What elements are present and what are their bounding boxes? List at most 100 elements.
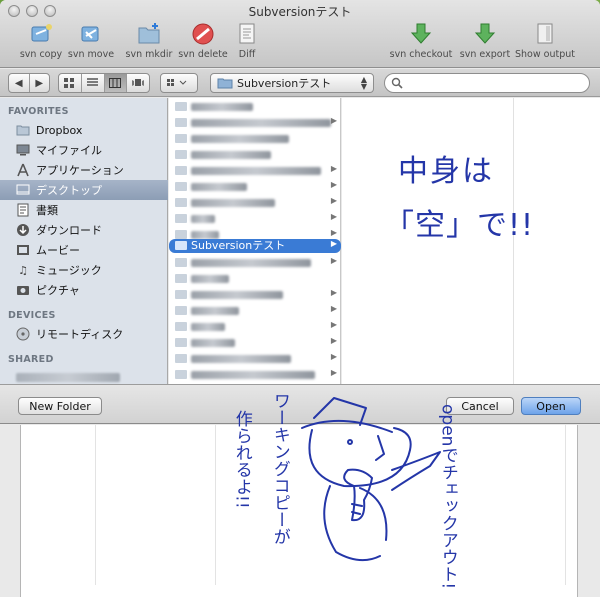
- back-button[interactable]: ◀: [9, 74, 30, 92]
- grid-icon: [64, 77, 75, 88]
- path-popup[interactable]: Subversionテスト ▲ ▼: [210, 73, 374, 93]
- sidebar-item-remote-disc[interactable]: リモートディスク: [0, 324, 168, 344]
- sidebar-item-music[interactable]: ♫ ミュージック: [0, 260, 168, 280]
- disc-icon: [16, 327, 30, 341]
- list-icon: [87, 78, 99, 86]
- folder-icon: [16, 123, 30, 137]
- sidebar-item-documents[interactable]: 書類: [0, 200, 168, 220]
- list-item[interactable]: ▶: [169, 196, 341, 210]
- list-item[interactable]: ▶: [169, 164, 341, 178]
- path-popup-label: Subversionテスト: [237, 77, 332, 90]
- back-forward-control: ◀ ▶: [8, 73, 50, 93]
- pictures-icon: [16, 283, 30, 297]
- list-item-selected[interactable]: Subversionテスト ▶: [169, 239, 341, 253]
- disclosure-arrow-icon: ▶: [330, 320, 337, 329]
- folder-column: ▶ ▶ ▶ ▶ ▶ ▶ Subversionテスト ▶ ▶ ▶ ▶ ▶ ▶ ▶ …: [169, 98, 341, 384]
- open-button[interactable]: Open: [521, 397, 581, 415]
- shared-item-blurred[interactable]: [16, 373, 120, 382]
- view-mode-control: [58, 73, 150, 93]
- forward-button[interactable]: ▶: [30, 74, 50, 92]
- favorites-header: FAVORITES: [8, 106, 69, 117]
- diff-button[interactable]: Diff: [214, 22, 280, 60]
- icon-view-button[interactable]: [59, 74, 82, 92]
- list-item[interactable]: ▶: [169, 116, 341, 130]
- sidebar: FAVORITES Dropbox マイファイル アプリケーション デスクトップ: [0, 98, 168, 384]
- list-item[interactable]: ▶: [169, 288, 341, 302]
- sidebar-item-downloads[interactable]: ダウンロード: [0, 220, 168, 240]
- disclosure-arrow-icon: ▶: [330, 256, 337, 265]
- svn-move-button[interactable]: svn move: [58, 22, 124, 60]
- downloads-icon: [16, 223, 30, 237]
- list-item[interactable]: [169, 100, 341, 114]
- new-folder-button[interactable]: New Folder: [18, 397, 102, 415]
- handwritten-note-created: 作られるよ!!: [231, 410, 252, 509]
- applications-icon: [16, 163, 30, 177]
- list-item[interactable]: [169, 272, 341, 286]
- panel-icon: [537, 23, 553, 44]
- arrange-button[interactable]: [161, 74, 197, 92]
- coverflow-icon: [132, 79, 145, 86]
- finder-nav-bar: ◀ ▶ Subversionテスト ▲ ▼: [0, 69, 600, 97]
- delete-icon: [192, 23, 214, 45]
- export-icon: [474, 23, 496, 44]
- list-item[interactable]: ▶: [169, 352, 341, 366]
- list-item[interactable]: ▶: [169, 180, 341, 194]
- list-item[interactable]: ▶: [169, 368, 341, 382]
- list-item[interactable]: ▶: [169, 212, 341, 226]
- sidebar-item-my-files[interactable]: マイファイル: [0, 140, 168, 160]
- folder-icon: [175, 241, 187, 250]
- handwritten-note-contents: 中身は: [398, 154, 494, 189]
- popup-arrows-icon: ▲ ▼: [360, 75, 367, 91]
- open-dialog-window: Subversionテスト svn copy svn move svn mkdi…: [0, 0, 600, 597]
- disclosure-arrow-icon: ▶: [330, 196, 337, 205]
- coverflow-view-button[interactable]: [127, 74, 149, 92]
- devices-header: DEVICES: [8, 310, 56, 321]
- columns-icon: [109, 78, 122, 88]
- sidebar-item-pictures[interactable]: ピクチャ: [0, 280, 168, 300]
- movies-icon: [16, 243, 30, 257]
- title-bar: Subversionテスト svn copy svn move svn mkdi…: [0, 0, 600, 68]
- svn-export-button[interactable]: svn export: [452, 22, 518, 60]
- dialog-button-bar: New Folder Cancel Open: [0, 384, 600, 424]
- disclosure-arrow-icon: ▶: [330, 239, 337, 248]
- list-item[interactable]: [169, 148, 341, 162]
- list-view-button[interactable]: [82, 74, 105, 92]
- files-icon: [16, 143, 30, 157]
- list-item[interactable]: ▶: [169, 256, 341, 270]
- handwritten-note-checkout: openでチェックアウト!: [437, 404, 458, 590]
- shared-header: SHARED: [8, 354, 54, 365]
- checkout-icon: [410, 23, 432, 44]
- music-icon: ♫: [18, 263, 28, 277]
- sidebar-item-movies[interactable]: ムービー: [0, 240, 168, 260]
- disclosure-arrow-icon: ▶: [330, 212, 337, 221]
- disclosure-arrow-icon: ▶: [330, 288, 337, 297]
- move-icon: [81, 26, 99, 42]
- sidebar-item-dropbox[interactable]: Dropbox: [0, 120, 168, 140]
- background-window: [20, 425, 578, 597]
- list-item[interactable]: ▶: [169, 320, 341, 334]
- show-output-button[interactable]: Show output: [512, 22, 578, 60]
- folder-icon: [217, 78, 233, 89]
- desktop-icon: [16, 183, 30, 197]
- list-item[interactable]: [169, 132, 341, 146]
- arrange-menu[interactable]: [160, 73, 198, 93]
- handwritten-note-working-copy: ワーキングコピーが: [269, 392, 290, 545]
- window-title: Subversionテスト: [248, 5, 352, 19]
- column-view-button[interactable]: [104, 74, 128, 92]
- sidebar-item-desktop[interactable]: デスクトップ: [0, 180, 168, 200]
- disclosure-arrow-icon: ▶: [330, 164, 337, 173]
- list-item[interactable]: ▶: [169, 304, 341, 318]
- disclosure-arrow-icon: ▶: [330, 116, 337, 125]
- svn-checkout-button[interactable]: svn checkout: [388, 22, 454, 60]
- copy-icon: [31, 24, 52, 42]
- disclosure-arrow-icon: ▶: [330, 180, 337, 189]
- disclosure-arrow-icon: ▶: [330, 228, 337, 237]
- handwritten-note-empty: 「空」で!!: [384, 208, 535, 243]
- list-item[interactable]: ▶: [169, 336, 341, 350]
- diff-icon: [239, 23, 255, 44]
- sidebar-item-applications[interactable]: アプリケーション: [0, 160, 168, 180]
- disclosure-arrow-icon: ▶: [330, 304, 337, 313]
- disclosure-arrow-icon: ▶: [330, 336, 337, 345]
- arrange-icon: [167, 79, 187, 86]
- search-field[interactable]: [384, 73, 590, 93]
